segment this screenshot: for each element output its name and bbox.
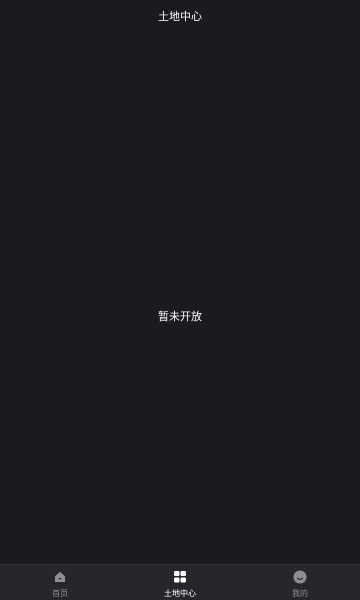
empty-state-message: 暂未开放 xyxy=(158,310,202,323)
tab-home[interactable]: 首页 xyxy=(0,565,120,600)
tab-land-center[interactable]: 土地中心 xyxy=(120,565,240,600)
tab-land-center-label: 土地中心 xyxy=(164,589,196,598)
tab-home-label: 首页 xyxy=(52,589,68,598)
tab-profile[interactable]: 我的 xyxy=(240,565,360,600)
land-center-icon xyxy=(174,571,186,583)
page-title: 土地中心 xyxy=(158,9,202,23)
main-content: 暂未开放 xyxy=(0,32,360,565)
top-header: 土地中心 xyxy=(0,0,360,32)
tab-profile-label: 我的 xyxy=(292,589,308,598)
home-icon xyxy=(55,571,65,582)
bottom-tab-bar: 首页 土地中心 我的 xyxy=(0,564,360,600)
profile-icon xyxy=(293,570,307,584)
app-screen: 土地中心 暂未开放 首页 土地中心 我的 xyxy=(0,0,360,600)
